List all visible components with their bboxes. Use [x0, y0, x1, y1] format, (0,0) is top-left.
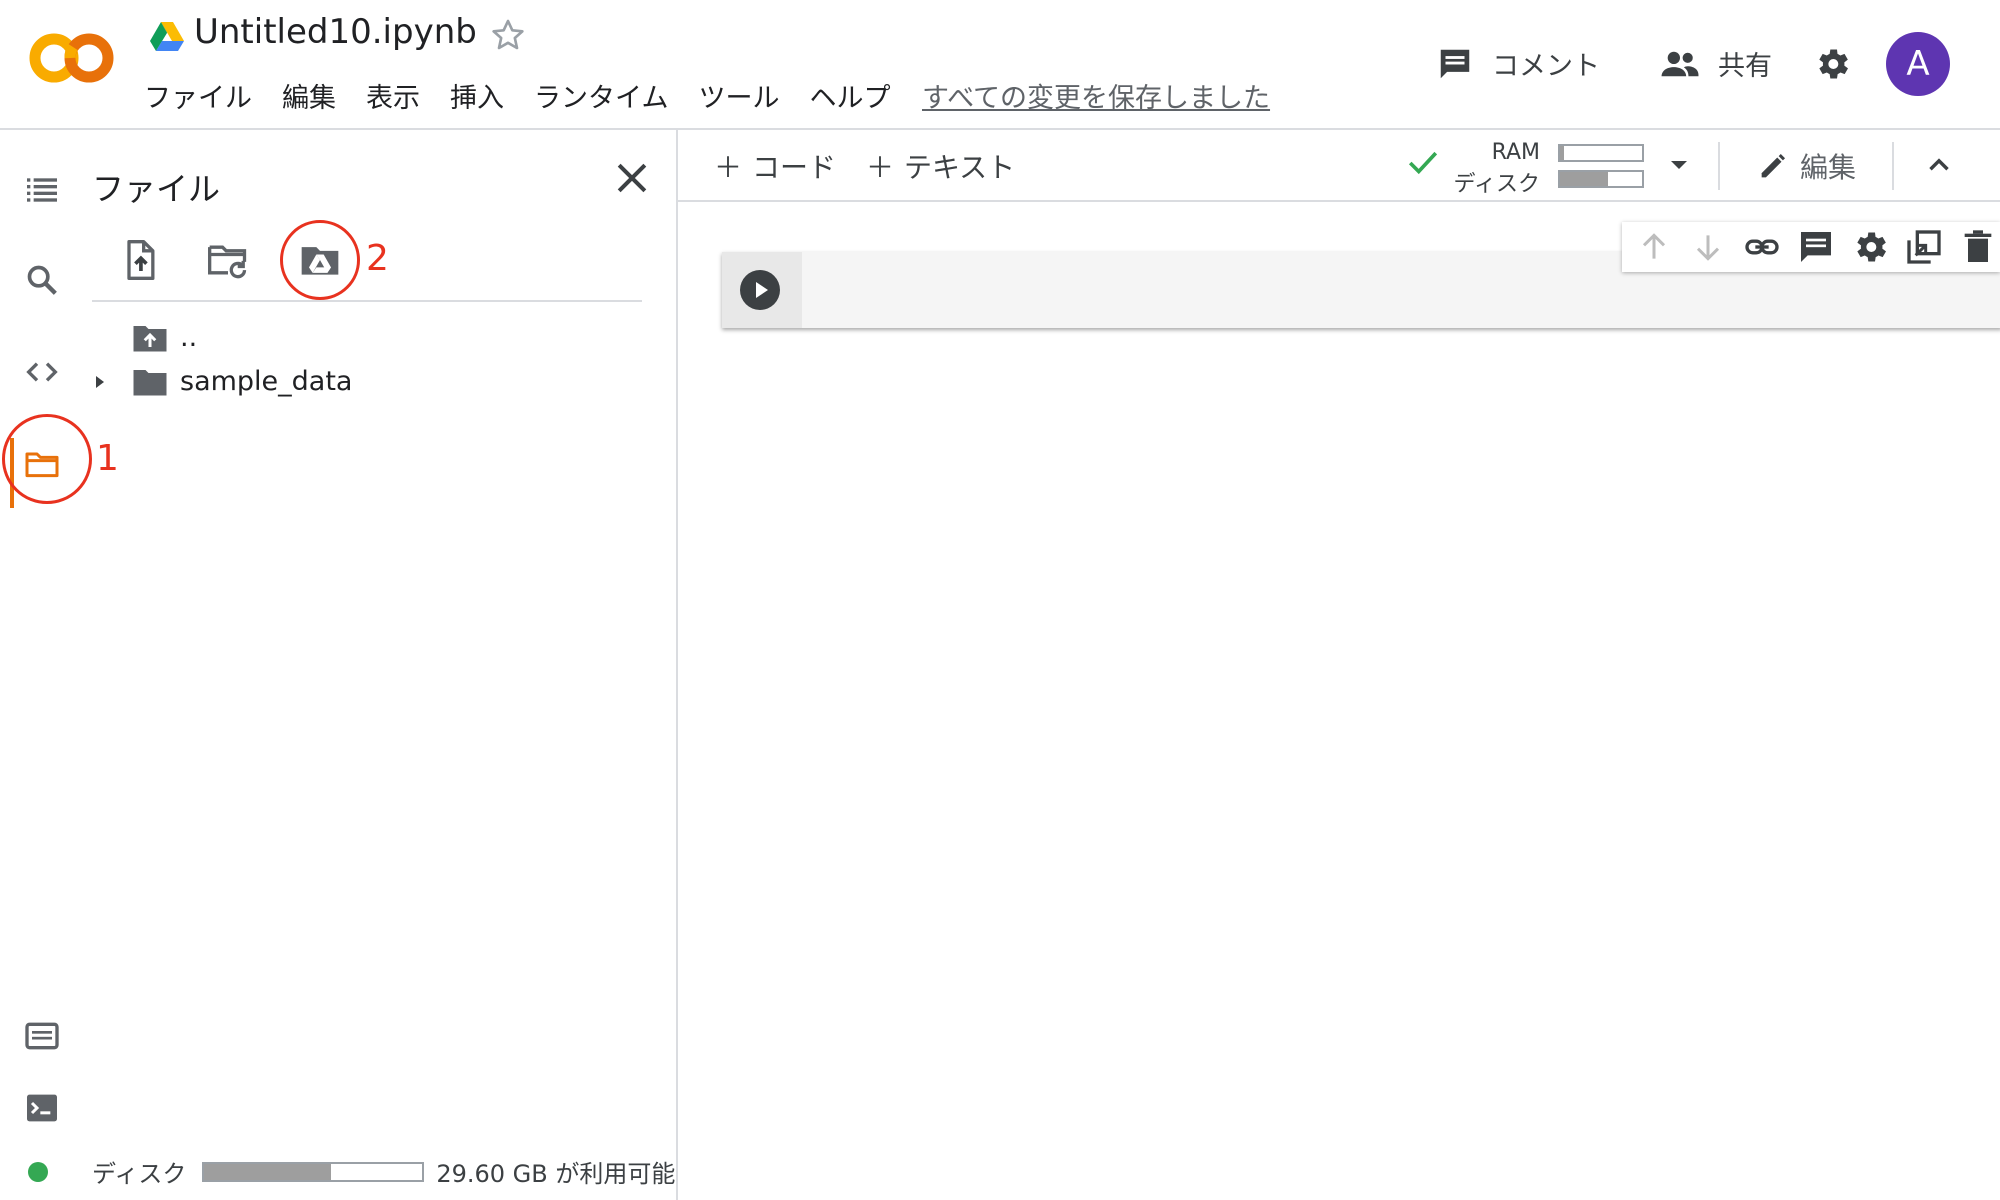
upload-file-icon[interactable]: [118, 238, 162, 282]
play-icon: [756, 282, 768, 298]
expand-arrow-icon[interactable]: [92, 372, 108, 392]
disk-usage-fill: [1560, 172, 1608, 186]
ram-label: RAM: [1491, 140, 1540, 165]
plus-icon: ＋: [866, 151, 895, 184]
folder-icon: [132, 367, 168, 397]
comment-button[interactable]: コメント: [1436, 44, 1600, 83]
mirror-cell-icon[interactable]: [1904, 227, 1944, 267]
star-icon[interactable]: [488, 16, 528, 56]
panel-title: ファイル: [92, 170, 221, 208]
notebook-area: ＋ コード ＋ テキスト RAM ディスク 編集: [678, 130, 2000, 1200]
ram-usage-fill: [1560, 146, 1565, 160]
notebook-title[interactable]: Untitled10.ipynb: [194, 12, 477, 52]
menu-file[interactable]: ファイル: [144, 76, 252, 115]
settings-icon[interactable]: [1850, 227, 1890, 267]
share-label: 共有: [1718, 51, 1772, 82]
folder-up-icon: [132, 323, 168, 353]
annotation-circle-2: [280, 220, 360, 300]
disk-free-text: 29.60 GB が利用可能: [436, 1160, 676, 1188]
app-header: Untitled10.ipynb ファイル 編集 表示 挿入 ランタイム ツール…: [0, 0, 2000, 130]
terminal-icon[interactable]: [22, 1088, 62, 1128]
add-text-button[interactable]: ＋ テキスト: [866, 146, 1015, 186]
avatar[interactable]: A: [1886, 32, 1950, 96]
settings-icon[interactable]: [1812, 44, 1852, 84]
annotation-circle-1: [2, 414, 92, 504]
move-down-icon[interactable]: [1688, 227, 1728, 267]
close-icon[interactable]: [610, 156, 654, 200]
edit-button[interactable]: 編集: [1756, 146, 1856, 186]
search-icon[interactable]: [22, 260, 62, 300]
disk-label: ディスク: [92, 1160, 187, 1188]
disk-usage-bar: [202, 1161, 425, 1182]
toolbar-divider: [92, 300, 642, 302]
comment-icon: [1436, 45, 1474, 83]
collapse-header-icon[interactable]: [1922, 148, 1956, 182]
menu-runtime[interactable]: ランタイム: [534, 76, 668, 115]
annotation-number-1: 1: [96, 438, 119, 479]
save-status-link[interactable]: すべての変更を保存しました: [922, 76, 1270, 115]
toc-icon[interactable]: [22, 170, 62, 210]
menu-bar: ファイル 編集 表示 挿入 ランタイム ツール ヘルプ: [144, 76, 890, 115]
add-text-label: テキスト: [904, 151, 1016, 184]
file-panel: 1 ファイル 2 .. sample_data ディスク 29.60 GB が利…: [0, 130, 678, 1200]
runtime-dropdown-icon[interactable]: [1668, 154, 1690, 176]
colab-logo[interactable]: [26, 28, 118, 88]
move-up-icon[interactable]: [1634, 227, 1674, 267]
disk-usage: ディスク 29.60 GB が利用可能: [28, 1154, 675, 1189]
drive-icon: [150, 22, 184, 52]
connection-status-dot: [28, 1161, 48, 1182]
notebook-toolbar: ＋ コード ＋ テキスト RAM ディスク 編集: [678, 130, 2000, 202]
run-cell-button[interactable]: [740, 270, 780, 310]
pencil-icon: [1756, 149, 1790, 183]
share-button[interactable]: 共有: [1660, 44, 1772, 83]
menu-tools[interactable]: ツール: [698, 76, 779, 115]
divider: [1718, 142, 1720, 190]
divider: [1892, 142, 1894, 190]
disk-usage-fill: [204, 1163, 331, 1180]
plus-icon: ＋: [714, 151, 743, 184]
command-palette-icon[interactable]: [22, 1016, 62, 1056]
delete-icon[interactable]: [1958, 227, 1998, 267]
comment-icon[interactable]: [1796, 227, 1836, 267]
people-icon: [1660, 45, 1700, 83]
connected-check-icon[interactable]: [1406, 148, 1440, 178]
refresh-folder-icon[interactable]: [206, 238, 250, 282]
tree-item-label: sample_data: [180, 366, 353, 397]
add-code-label: コード: [752, 151, 837, 184]
disk-label: ディスク: [1453, 172, 1540, 197]
disk-usage-bar[interactable]: [1558, 170, 1644, 188]
tree-item-sample-data[interactable]: sample_data: [92, 366, 352, 397]
menu-view[interactable]: 表示: [366, 76, 420, 115]
add-code-button[interactable]: ＋ コード: [714, 146, 836, 186]
cell-toolbar: [1622, 222, 2000, 272]
menu-insert[interactable]: 挿入: [450, 76, 504, 115]
code-snippets-icon[interactable]: [22, 352, 62, 392]
comment-label: コメント: [1492, 51, 1600, 82]
menu-help[interactable]: ヘルプ: [809, 76, 890, 115]
tree-item-parent[interactable]: ..: [132, 322, 197, 353]
annotation-number-2: 2: [366, 238, 389, 279]
ram-usage-bar[interactable]: [1558, 144, 1644, 162]
menu-edit[interactable]: 編集: [282, 76, 336, 115]
edit-label: 編集: [1800, 151, 1857, 184]
tree-item-label: ..: [180, 322, 198, 353]
link-icon[interactable]: [1742, 227, 1782, 267]
